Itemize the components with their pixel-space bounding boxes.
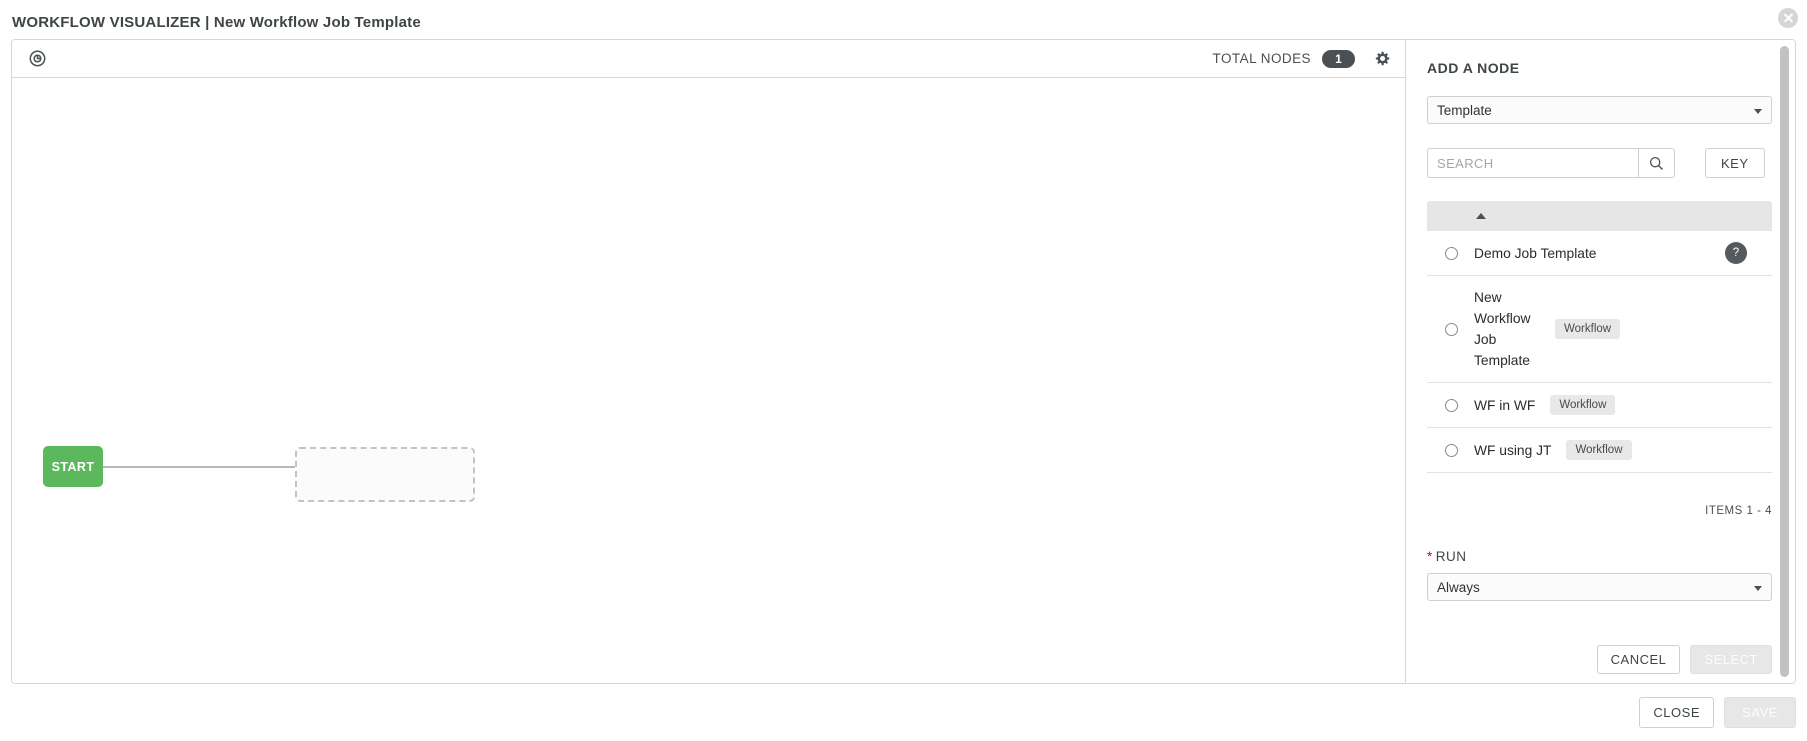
list-item-radio[interactable] [1445, 322, 1458, 336]
total-nodes-badge: 1 [1322, 49, 1355, 68]
modal-footer: CLOSE SAVE [0, 697, 1807, 741]
sort-ascending-icon [1476, 213, 1486, 219]
run-select-value: Always [1437, 579, 1480, 595]
close-button[interactable]: CLOSE [1639, 697, 1714, 728]
run-label-text: RUN [1435, 549, 1467, 564]
list-item-label: WF in WF [1474, 397, 1536, 413]
required-marker: * [1427, 549, 1433, 564]
list-item[interactable]: WF in WF Workflow [1427, 383, 1772, 428]
panel-actions: CANCEL SELECT [1427, 645, 1772, 674]
search-row: KEY [1427, 148, 1765, 178]
search-icon [1649, 156, 1663, 170]
compass-icon[interactable] [29, 50, 46, 67]
list-item-radio[interactable] [1445, 443, 1458, 457]
list-item-label: WF using JT [1474, 442, 1552, 458]
list-item-radio[interactable] [1445, 246, 1458, 260]
list-item-radio[interactable] [1445, 398, 1458, 412]
gear-icon[interactable] [1374, 50, 1391, 67]
canvas-toolbar-right: TOTAL NODES 1 [1212, 49, 1391, 68]
list-item[interactable]: New Workflow Job Template Workflow [1427, 276, 1772, 383]
list-item-tag: Workflow [1566, 440, 1632, 460]
panel-scrollbar[interactable] [1780, 46, 1789, 677]
help-badge-icon[interactable]: ? [1725, 242, 1747, 264]
close-circle-icon[interactable] [1778, 8, 1798, 28]
key-button[interactable]: KEY [1704, 148, 1765, 178]
list-item[interactable]: Demo Job Template ? [1427, 231, 1772, 276]
visualizer-body: TOTAL NODES 1 START ADD A NODE Template … [11, 39, 1796, 684]
list-item-tag: Workflow [1550, 395, 1616, 415]
placeholder-node[interactable] [295, 447, 475, 502]
run-select[interactable]: Always [1427, 573, 1772, 601]
list-item-label: New Workflow Job Template [1474, 290, 1531, 368]
cancel-button[interactable]: CANCEL [1596, 645, 1681, 674]
list-item-label: Demo Job Template [1474, 245, 1597, 261]
node-type-select[interactable]: Template [1427, 96, 1772, 124]
workflow-visualizer-modal: WORKFLOW VISUALIZER | New Workflow Job T… [0, 0, 1807, 741]
list-item[interactable]: WF using JT Workflow [1427, 428, 1772, 473]
search-button[interactable] [1637, 148, 1675, 178]
workflow-canvas-pane: TOTAL NODES 1 START [12, 40, 1406, 683]
run-field-label: * RUN [1427, 549, 1765, 564]
save-button: SAVE [1724, 697, 1796, 728]
list-sort-header[interactable] [1427, 201, 1772, 231]
chevron-down-icon [1754, 109, 1762, 114]
workflow-link [103, 466, 297, 468]
start-node[interactable]: START [43, 446, 103, 487]
chevron-down-icon [1754, 586, 1762, 591]
items-count-label: ITEMS 1 - 4 [1705, 505, 1772, 517]
add-node-heading: ADD A NODE [1427, 60, 1520, 76]
total-nodes-label: TOTAL NODES [1212, 51, 1311, 66]
canvas-toolbar: TOTAL NODES 1 [12, 40, 1405, 78]
select-button: SELECT [1690, 645, 1772, 674]
add-node-panel: ADD A NODE Template KEY [1406, 40, 1795, 683]
page-title: WORKFLOW VISUALIZER | New Workflow Job T… [12, 14, 421, 31]
node-type-value: Template [1437, 102, 1492, 118]
list-item-tag: Workflow [1555, 319, 1621, 339]
search-input[interactable] [1427, 148, 1638, 178]
canvas-surface[interactable]: START [12, 78, 1405, 683]
